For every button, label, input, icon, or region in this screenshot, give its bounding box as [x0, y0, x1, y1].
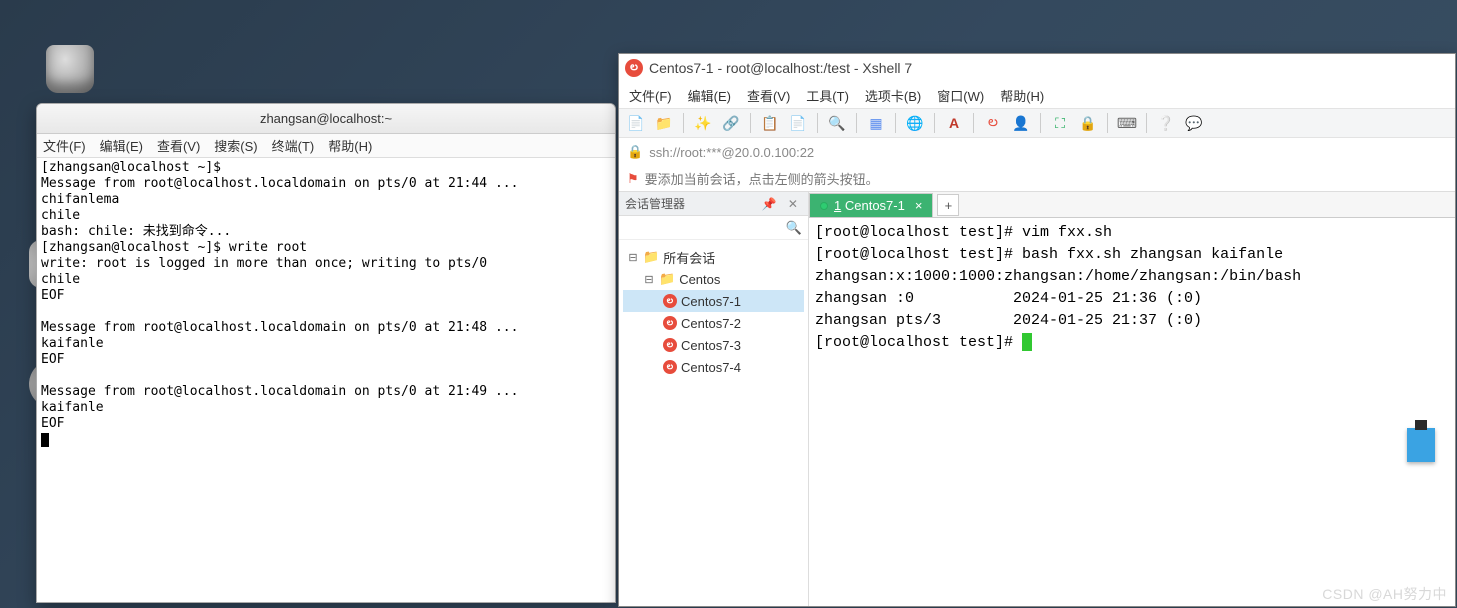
session-icon: ల — [663, 338, 677, 352]
reconnect-icon[interactable]: 🔗 — [720, 112, 742, 134]
address-text[interactable]: ssh://root:***@20.0.0.100:22 — [649, 145, 814, 160]
menu-file[interactable]: 文件(F) — [43, 136, 86, 155]
font-icon[interactable]: A — [943, 112, 965, 134]
copy-icon[interactable]: 📋 — [759, 112, 781, 134]
chat-icon[interactable]: 💬 — [1183, 112, 1205, 134]
hint-bar: ⚑ 要添加当前会话，点击左侧的箭头按钮。 — [619, 166, 1455, 192]
user-icon[interactable]: 👤 — [1010, 112, 1032, 134]
titlebar[interactable]: zhangsan@localhost:~ — [37, 104, 615, 134]
menu-edit[interactable]: 编辑(E) — [100, 136, 143, 155]
sidebar-controls[interactable]: 📌 ✕ — [762, 197, 802, 211]
session-icon: ల — [663, 294, 677, 308]
menu-tools[interactable]: 工具(T) — [806, 86, 849, 105]
xshell-titlebar[interactable]: ల Centos7-1 - root@localhost:/test - Xsh… — [619, 54, 1455, 82]
session-centos7-1[interactable]: లCentos7-1 — [623, 290, 804, 312]
sidebar-search[interactable]: 🔍 — [619, 216, 808, 240]
close-icon[interactable]: × — [915, 198, 923, 213]
xshell-icon: ల — [625, 59, 643, 77]
collapse-icon[interactable]: ⊟ — [643, 273, 655, 286]
session-centos7-4[interactable]: లCentos7-4 — [623, 356, 804, 378]
session-sidebar[interactable]: 会话管理器 📌 ✕ 🔍 ⊟📁所有会话 ⊟📁Centos లCentos7-1 ల… — [619, 192, 809, 606]
tab-number: 1 — [834, 198, 841, 213]
search-icon: 🔍 — [786, 220, 802, 236]
session-centos7-3[interactable]: లCentos7-3 — [623, 334, 804, 356]
sidebar-title: 会话管理器 — [625, 195, 685, 212]
collapse-icon[interactable]: ⊟ — [627, 251, 639, 264]
menu-help[interactable]: 帮助(H) — [328, 136, 372, 155]
xshell-menubar[interactable]: 文件(F) 编辑(E) 查看(V) 工具(T) 选项卡(B) 窗口(W) 帮助(… — [619, 82, 1455, 108]
sessions-icon[interactable]: ▦ — [865, 112, 887, 134]
window-title: zhangsan@localhost:~ — [260, 111, 392, 126]
lock-icon[interactable]: 🔒 — [1077, 112, 1099, 134]
terminal-cursor — [41, 433, 49, 447]
watermark: CSDN @AH努力中 — [1322, 584, 1447, 604]
menu-view[interactable]: 查看(V) — [747, 86, 790, 105]
connect-icon[interactable]: ✨ — [692, 112, 714, 134]
open-folder-icon[interactable]: 📁 — [653, 112, 675, 134]
color-icon[interactable]: ల — [982, 112, 1004, 134]
hint-text: 要添加当前会话，点击左侧的箭头按钮。 — [645, 169, 879, 188]
session-icon: ల — [663, 316, 677, 330]
padlock-icon: 🔒 — [627, 144, 643, 160]
fullscreen-icon[interactable]: ⛶ — [1049, 112, 1071, 134]
status-dot-icon — [820, 202, 828, 210]
trash-icon — [46, 45, 94, 93]
xshell-console[interactable]: [root@localhost test]# vim fxx.sh [root@… — [809, 218, 1455, 606]
window-title: Centos7-1 - root@localhost:/test - Xshel… — [649, 60, 912, 76]
session-icon: ల — [663, 360, 677, 374]
sticky-note-icon[interactable] — [1407, 428, 1435, 462]
menu-tabs[interactable]: 选项卡(B) — [865, 86, 921, 105]
address-bar[interactable]: 🔒 ssh://root:***@20.0.0.100:22 — [619, 138, 1455, 166]
help-icon[interactable]: ❔ — [1155, 112, 1177, 134]
paste-icon[interactable]: 📄 — [787, 112, 809, 134]
tree-folder-centos[interactable]: ⊟📁Centos — [623, 268, 804, 290]
sidebar-header[interactable]: 会话管理器 📌 ✕ — [619, 192, 808, 216]
new-session-icon[interactable]: 📄 — [625, 112, 647, 134]
xshell-window[interactable]: ల Centos7-1 - root@localhost:/test - Xsh… — [618, 53, 1456, 607]
menu-help[interactable]: 帮助(H) — [1000, 86, 1044, 105]
menu-terminal[interactable]: 终端(T) — [272, 136, 315, 155]
tree-root[interactable]: ⊟📁所有会话 — [623, 246, 804, 268]
tab-strip[interactable]: 1 Centos7-1 × + — [809, 192, 1455, 218]
flag-icon: ⚑ — [627, 171, 639, 187]
keyboard-icon[interactable]: ⌨ — [1116, 112, 1138, 134]
tab-label: Centos7-1 — [845, 198, 905, 213]
menu-window[interactable]: 窗口(W) — [937, 86, 984, 105]
menu-file[interactable]: 文件(F) — [629, 86, 672, 105]
menu-view[interactable]: 查看(V) — [157, 136, 200, 155]
menu-search[interactable]: 搜索(S) — [214, 136, 257, 155]
session-centos7-2[interactable]: లCentos7-2 — [623, 312, 804, 334]
gnome-menubar[interactable]: 文件(F) 编辑(E) 查看(V) 搜索(S) 终端(T) 帮助(H) — [37, 134, 615, 158]
folder-icon: 📁 — [659, 271, 675, 287]
tab-centos7-1[interactable]: 1 Centos7-1 × — [809, 193, 933, 217]
search-icon[interactable]: 🔍 — [826, 112, 848, 134]
terminal-cursor — [1022, 333, 1032, 351]
gnome-terminal-window[interactable]: zhangsan@localhost:~ 文件(F) 编辑(E) 查看(V) 搜… — [36, 103, 616, 603]
add-tab-button[interactable]: + — [937, 194, 959, 216]
globe-icon[interactable]: 🌐 — [904, 112, 926, 134]
session-tree[interactable]: ⊟📁所有会话 ⊟📁Centos లCentos7-1 లCentos7-2 లC… — [619, 240, 808, 606]
folder-icon: 📁 — [643, 249, 659, 265]
terminal-output[interactable]: [zhangsan@localhost ~]$ Message from roo… — [37, 158, 615, 602]
menu-edit[interactable]: 编辑(E) — [688, 86, 731, 105]
xshell-toolbar[interactable]: 📄 📁 ✨ 🔗 📋 📄 🔍 ▦ 🌐 A ల 👤 ⛶ 🔒 ⌨ ❔ 💬 — [619, 108, 1455, 138]
desktop-trash[interactable] — [35, 45, 105, 97]
